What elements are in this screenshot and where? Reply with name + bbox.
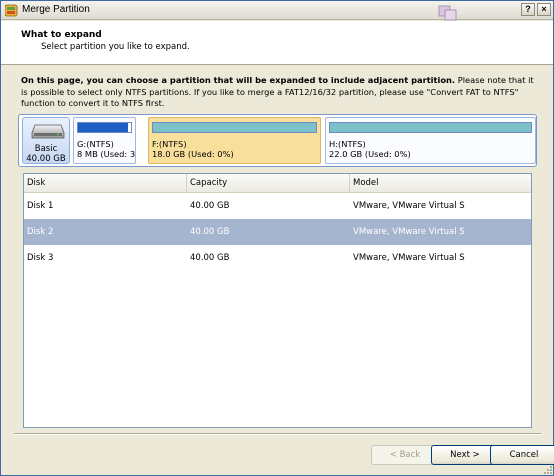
cell-model: VMware, VMware Virtual S — [353, 253, 465, 263]
partition-f[interactable]: F:(NTFS) 18.0 GB (Used: 0%) — [148, 117, 321, 164]
cell-capacity: 40.00 GB — [190, 253, 230, 263]
table-row[interactable]: Disk 3 40.00 GB VMware, VMware Virtual S — [24, 245, 531, 271]
window-title: Merge Partition — [22, 4, 90, 15]
partition-name: G:(NTFS) — [77, 139, 114, 149]
close-button[interactable]: × — [537, 3, 551, 16]
column-header-disk[interactable]: Disk — [24, 174, 187, 193]
disk-map: Basic 40.00 GB G:(NTFS) 8 MB (Used: 3 F:… — [18, 114, 537, 167]
partition-usage-fill — [330, 123, 531, 132]
partition-g[interactable]: G:(NTFS) 8 MB (Used: 3 — [73, 117, 136, 164]
cell-capacity: 40.00 GB — [190, 227, 230, 237]
wizard-header: What to expand Select partition you like… — [1, 21, 553, 65]
app-icon — [5, 4, 18, 17]
table-header: Disk Capacity Model — [24, 174, 531, 193]
resize-grip-icon[interactable] — [541, 463, 553, 475]
partition-info: 18.0 GB (Used: 0%) — [152, 149, 234, 159]
footer-separator — [14, 433, 541, 435]
disk-table[interactable]: Disk Capacity Model Disk 1 40.00 GB VMwa… — [23, 173, 532, 428]
partition-info: 8 MB (Used: 3 — [77, 149, 136, 159]
merge-partition-window: Merge Partition ? × What to expand Selec… — [0, 0, 554, 476]
description-text: On this page, you can choose a partition… — [21, 75, 536, 110]
partition-info: 22.0 GB (Used: 0%) — [329, 149, 411, 159]
wizard-content: On this page, you can choose a partition… — [14, 68, 541, 431]
partition-watermark-icon — [438, 5, 457, 21]
disk-size-label: 40.00 GB — [26, 154, 66, 164]
cancel-button[interactable]: Cancel — [490, 445, 554, 465]
next-button[interactable]: Next > — [431, 445, 499, 465]
partition-name: H:(NTFS) — [329, 139, 366, 149]
page-subtitle: Select partition you like to expand. — [41, 42, 190, 52]
partition-h[interactable]: H:(NTFS) 22.0 GB (Used: 0%) — [325, 117, 536, 164]
cell-capacity: 40.00 GB — [190, 201, 230, 211]
column-header-model[interactable]: Model — [350, 174, 531, 193]
table-row[interactable]: Disk 1 40.00 GB VMware, VMware Virtual S — [24, 193, 531, 219]
cell-model: VMware, VMware Virtual S — [353, 201, 465, 211]
cell-model: VMware, VMware Virtual S — [353, 227, 465, 237]
back-button[interactable]: < Back — [371, 445, 439, 465]
description-bold: On this page, you can choose a partition… — [21, 75, 456, 85]
hard-disk-icon — [31, 124, 65, 139]
cell-disk: Disk 2 — [27, 227, 54, 237]
disk-tile[interactable]: Basic 40.00 GB — [22, 117, 70, 164]
partition-usage-bar — [152, 122, 317, 133]
partition-usage-fill — [78, 123, 129, 132]
table-row[interactable]: Disk 2 40.00 GB VMware, VMware Virtual S — [24, 219, 531, 245]
help-button[interactable]: ? — [521, 3, 535, 16]
disk-type-label: Basic — [34, 144, 58, 154]
partition-usage-bar — [329, 122, 532, 133]
cell-disk: Disk 3 — [27, 253, 54, 263]
partition-name: F:(NTFS) — [152, 139, 187, 149]
cell-disk: Disk 1 — [27, 201, 54, 211]
page-title: What to expand — [21, 30, 102, 40]
partition-usage-bar — [77, 122, 132, 133]
title-bar[interactable]: Merge Partition ? × — [1, 1, 553, 21]
column-header-capacity[interactable]: Capacity — [187, 174, 350, 193]
partition-usage-fill — [153, 123, 316, 132]
